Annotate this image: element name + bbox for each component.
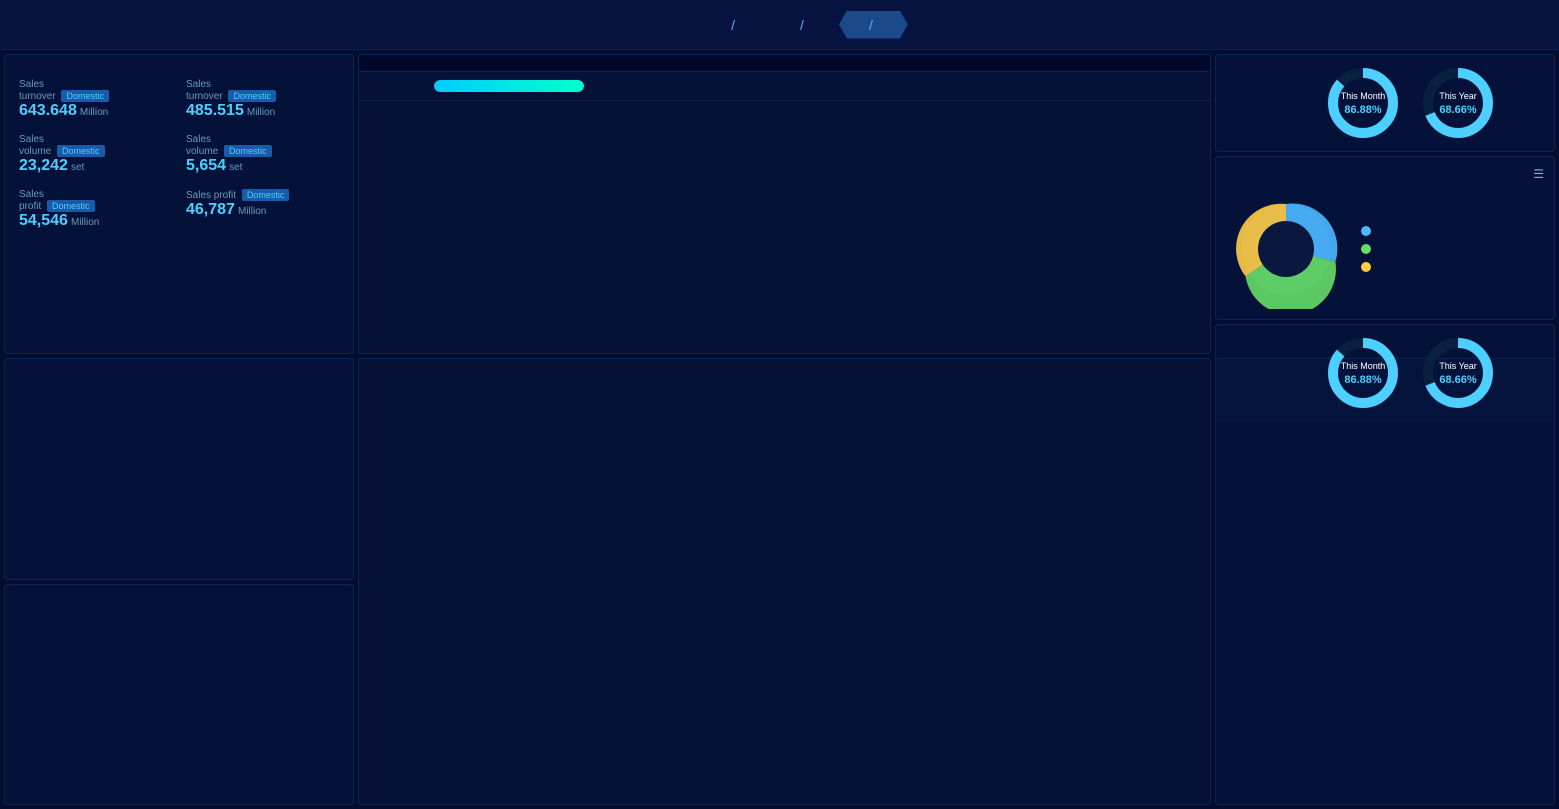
legend-dot-product1: [1361, 226, 1371, 236]
badge-domestic-4: Domestic: [224, 145, 272, 157]
sv4: 5,654: [186, 157, 226, 174]
this-month-return: This Month 86.88%: [1323, 333, 1403, 413]
svg-text:This Year: This Year: [1439, 91, 1477, 101]
badge-domestic: Domestic: [61, 90, 109, 102]
svg-text:86.88%: 86.88%: [1344, 104, 1382, 116]
main-grid: Salesturnover Domestic 643.648 Million S…: [0, 50, 1559, 809]
svg-text:This Month: This Month: [1340, 361, 1385, 371]
center-top-panel: [358, 54, 1211, 354]
sales-grid: Salesturnover Domestic 643.648 Million S…: [15, 75, 343, 234]
this-year-return-svg: This Year 68.66%: [1418, 333, 1498, 413]
tab-product-introduction[interactable]: [839, 11, 908, 39]
this-year-sales-svg: This Year 68.66%: [1418, 63, 1498, 143]
badge-domestic-6: Domestic: [242, 189, 290, 201]
world-map: [359, 101, 1210, 319]
left-bottom: [4, 358, 354, 805]
sales-item-1: Salesturnover Domestic 643.648 Million: [15, 75, 176, 124]
legend-dot-product2: [1361, 244, 1371, 254]
svg-text:68.66%: 68.66%: [1439, 374, 1477, 386]
sales-item-4: Salesvolume Domestic 5,654 set: [182, 130, 343, 179]
sales-donut-charts: This Month 86.88% This Year 68.66%: [1278, 63, 1542, 143]
sv3: 23,242: [19, 157, 68, 174]
sales-donut-panel: This Month 86.88% This Year 68.66%: [1215, 54, 1555, 152]
margin-progress: [434, 80, 584, 92]
this-year-sales: This Year 68.66%: [1418, 63, 1498, 143]
sales-item-6: Sales profit Domestic 46,787 Million: [182, 185, 343, 234]
sales-item-5: Salesprofit Domestic 54,546 Million: [15, 185, 176, 234]
last5-panel: [4, 584, 354, 806]
this-month-sales: This Month 86.88%: [1323, 63, 1403, 143]
monthly-chart-canvas: [369, 374, 669, 524]
sa-menu-icon[interactable]: ☰: [1533, 167, 1544, 181]
legend-dot-product3: [1361, 262, 1371, 272]
legend-product2: [1361, 244, 1377, 254]
sv5: 54,546: [19, 212, 68, 229]
top5-panel: [4, 358, 354, 580]
world-map-canvas: [359, 101, 659, 251]
sa-legend: [1361, 226, 1377, 272]
sv2: 485.515: [186, 102, 244, 119]
svg-text:68.66%: 68.66%: [1439, 104, 1477, 116]
sa-content: [1226, 189, 1544, 309]
svg-text:86.88%: 86.88%: [1344, 374, 1382, 386]
header: [0, 0, 1559, 50]
this-month-return-svg: This Month 86.88%: [1323, 333, 1403, 413]
monthly-chart-panel: [358, 358, 1211, 805]
sv1: 643.648: [19, 102, 77, 119]
annual-sales-bar: [359, 55, 1210, 72]
sales-situation-panel: Salesturnover Domestic 643.648 Million S…: [4, 54, 354, 354]
tab-personnel-introduction[interactable]: [770, 11, 839, 39]
sv6: 46,787: [186, 201, 235, 218]
right-top-panel: This Month 86.88% This Year 68.66%: [1215, 54, 1555, 354]
legend-product3: [1361, 262, 1377, 272]
tab-firm-introduction[interactable]: [701, 11, 770, 39]
metrics-bar: [359, 72, 1210, 101]
hot-sale-panel: [1215, 358, 1555, 805]
metric-margin: [428, 80, 1195, 92]
sales-amount-donut: [1226, 189, 1346, 309]
sales-item-2: Salesturnover Domestic 485.515 Million: [182, 75, 343, 124]
legend-product1: [1361, 226, 1377, 236]
sales-item-3: Salesvolume Domestic 23,242 set: [15, 130, 176, 179]
svg-text:This Month: This Month: [1340, 91, 1385, 101]
this-month-sales-svg: This Month 86.88%: [1323, 63, 1403, 143]
badge-domestic-3: Domestic: [57, 145, 105, 157]
sa-header: ☰: [1226, 167, 1544, 181]
nav-tabs: [60, 11, 1549, 39]
margin-fill: [434, 80, 584, 92]
sales-amount-panel: ☰: [1215, 156, 1555, 320]
badge-domestic-5: Domestic: [47, 200, 95, 212]
badge-domestic-2: Domestic: [228, 90, 276, 102]
svg-text:This Year: This Year: [1439, 361, 1477, 371]
this-year-return: This Year 68.66%: [1418, 333, 1498, 413]
